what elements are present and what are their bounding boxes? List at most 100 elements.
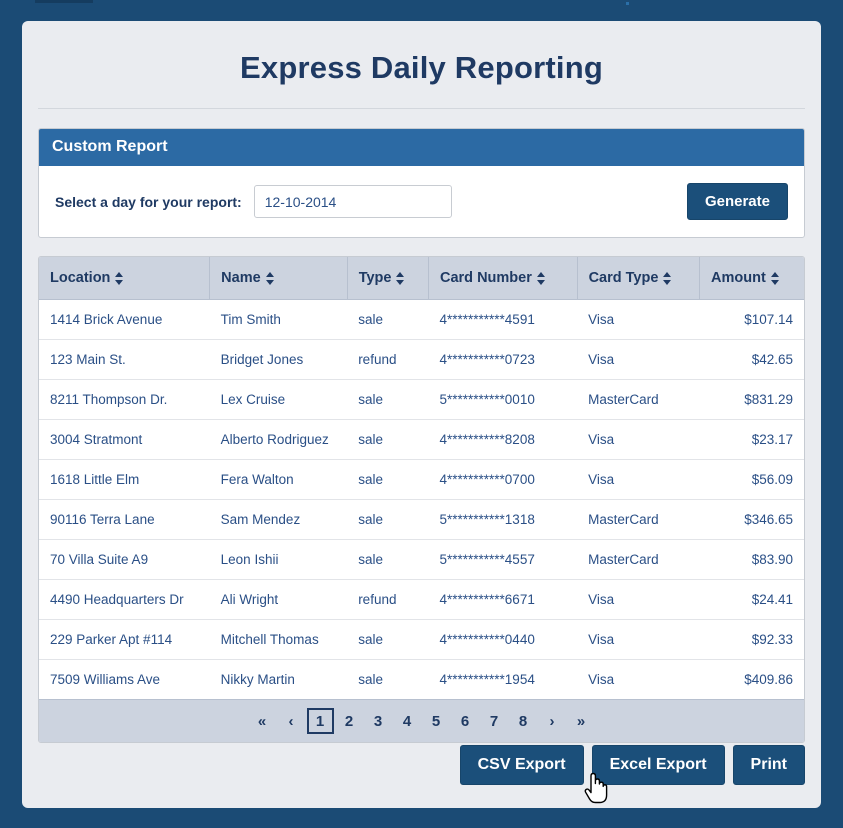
cell-card-type: MasterCard	[577, 540, 699, 580]
cell-name: Leon Ishii	[210, 540, 348, 580]
page-title: Express Daily Reporting	[22, 21, 821, 86]
cell-amount: $831.29	[700, 380, 804, 420]
cell-name: Lex Cruise	[210, 380, 348, 420]
table-row: 3004 StratmontAlberto Rodriguezsale4****…	[39, 420, 804, 460]
pagination-page-2[interactable]: 2	[336, 708, 363, 734]
column-header-card-number[interactable]: Card Number	[429, 257, 578, 300]
column-header-type[interactable]: Type	[347, 257, 428, 300]
cell-card-type: Visa	[577, 620, 699, 660]
report-date-input[interactable]	[254, 185, 452, 218]
cell-amount: $42.65	[700, 340, 804, 380]
column-header-name[interactable]: Name	[210, 257, 348, 300]
table-row: 70 Villa Suite A9Leon Ishiisale5********…	[39, 540, 804, 580]
pagination-page-8[interactable]: 8	[510, 708, 537, 734]
pagination-page-5[interactable]: 5	[423, 708, 450, 734]
report-table-container: Location Name Type Card Number Card Type…	[38, 256, 805, 743]
pagination-first[interactable]: «	[249, 708, 276, 734]
column-label: Type	[359, 270, 392, 286]
cell-location: 123 Main St.	[39, 340, 210, 380]
custom-report-header: Custom Report	[39, 129, 804, 166]
pagination-page-3[interactable]: 3	[365, 708, 392, 734]
sort-updown-icon	[396, 272, 405, 285]
cell-card-type: Visa	[577, 300, 699, 340]
cell-type: refund	[347, 580, 428, 620]
cell-type: refund	[347, 340, 428, 380]
cell-location: 4490 Headquarters Dr	[39, 580, 210, 620]
column-label: Card Number	[440, 270, 532, 286]
pagination-next[interactable]: ›	[539, 708, 566, 734]
cell-amount: $56.09	[700, 460, 804, 500]
excel-export-button[interactable]: Excel Export	[592, 745, 725, 785]
cell-location: 229 Parker Apt #114	[39, 620, 210, 660]
cell-name: Nikky Martin	[210, 660, 348, 700]
cell-card-number: 4***********6671	[429, 580, 578, 620]
print-button[interactable]: Print	[733, 745, 805, 785]
cell-type: sale	[347, 540, 428, 580]
cell-amount: $83.90	[700, 540, 804, 580]
cell-card-number: 4***********1954	[429, 660, 578, 700]
cell-amount: $92.33	[700, 620, 804, 660]
navbar-remnant	[35, 0, 93, 3]
cell-card-number: 4***********0700	[429, 460, 578, 500]
table-header-row: Location Name Type Card Number Card Type…	[39, 257, 804, 300]
cell-type: sale	[347, 660, 428, 700]
csv-export-button[interactable]: CSV Export	[460, 745, 584, 785]
cell-location: 90116 Terra Lane	[39, 500, 210, 540]
column-label: Card Type	[589, 270, 659, 286]
cell-location: 3004 Stratmont	[39, 420, 210, 460]
cell-type: sale	[347, 420, 428, 460]
cell-card-type: Visa	[577, 420, 699, 460]
pagination-page-1[interactable]: 1	[307, 708, 334, 734]
cell-card-number: 4***********4591	[429, 300, 578, 340]
cell-card-type: Visa	[577, 340, 699, 380]
cell-amount: $107.14	[700, 300, 804, 340]
custom-report-body: Select a day for your report: Generate	[39, 166, 804, 237]
cell-name: Mitchell Thomas	[210, 620, 348, 660]
cell-location: 70 Villa Suite A9	[39, 540, 210, 580]
cell-amount: $346.65	[700, 500, 804, 540]
cell-amount: $24.41	[700, 580, 804, 620]
cell-type: sale	[347, 380, 428, 420]
cell-name: Ali Wright	[210, 580, 348, 620]
date-field-label: Select a day for your report:	[55, 194, 242, 210]
column-header-card-type[interactable]: Card Type	[577, 257, 699, 300]
sort-updown-icon	[771, 272, 780, 285]
cell-amount: $23.17	[700, 420, 804, 460]
cell-card-number: 4***********0723	[429, 340, 578, 380]
cell-card-number: 5***********4557	[429, 540, 578, 580]
cell-card-type: MasterCard	[577, 500, 699, 540]
cell-card-number: 5***********0010	[429, 380, 578, 420]
sort-updown-icon	[663, 272, 672, 285]
navbar-dot	[626, 2, 629, 5]
pagination-page-7[interactable]: 7	[481, 708, 508, 734]
table-row: 1414 Brick AvenueTim Smithsale4*********…	[39, 300, 804, 340]
cell-location: 7509 Williams Ave	[39, 660, 210, 700]
cell-location: 1414 Brick Avenue	[39, 300, 210, 340]
table-row: 8211 Thompson Dr.Lex Cruisesale5********…	[39, 380, 804, 420]
export-button-row: CSV Export Excel Export Print	[460, 745, 805, 785]
sort-updown-icon	[115, 272, 124, 285]
cell-name: Fera Walton	[210, 460, 348, 500]
cell-location: 8211 Thompson Dr.	[39, 380, 210, 420]
cell-amount: $409.86	[700, 660, 804, 700]
table-row: 90116 Terra LaneSam Mendezsale5*********…	[39, 500, 804, 540]
column-header-location[interactable]: Location	[39, 257, 210, 300]
cell-type: sale	[347, 460, 428, 500]
table-row: 7509 Williams AveNikky Martinsale4******…	[39, 660, 804, 700]
custom-report-title: Custom Report	[52, 138, 168, 155]
table-row: 229 Parker Apt #114Mitchell Thomassale4*…	[39, 620, 804, 660]
sort-updown-icon	[537, 272, 546, 285]
cell-name: Tim Smith	[210, 300, 348, 340]
pagination-last[interactable]: »	[568, 708, 595, 734]
pagination-prev[interactable]: ‹	[278, 708, 305, 734]
cell-card-number: 4***********0440	[429, 620, 578, 660]
pagination-page-6[interactable]: 6	[452, 708, 479, 734]
column-label: Amount	[711, 270, 766, 286]
cell-type: sale	[347, 620, 428, 660]
column-header-amount[interactable]: Amount	[700, 257, 804, 300]
table-row: 123 Main St.Bridget Jonesrefund4********…	[39, 340, 804, 380]
generate-button[interactable]: Generate	[687, 183, 788, 220]
pagination-page-4[interactable]: 4	[394, 708, 421, 734]
cell-name: Alberto Rodriguez	[210, 420, 348, 460]
report-table-body: 1414 Brick AvenueTim Smithsale4*********…	[39, 300, 804, 700]
